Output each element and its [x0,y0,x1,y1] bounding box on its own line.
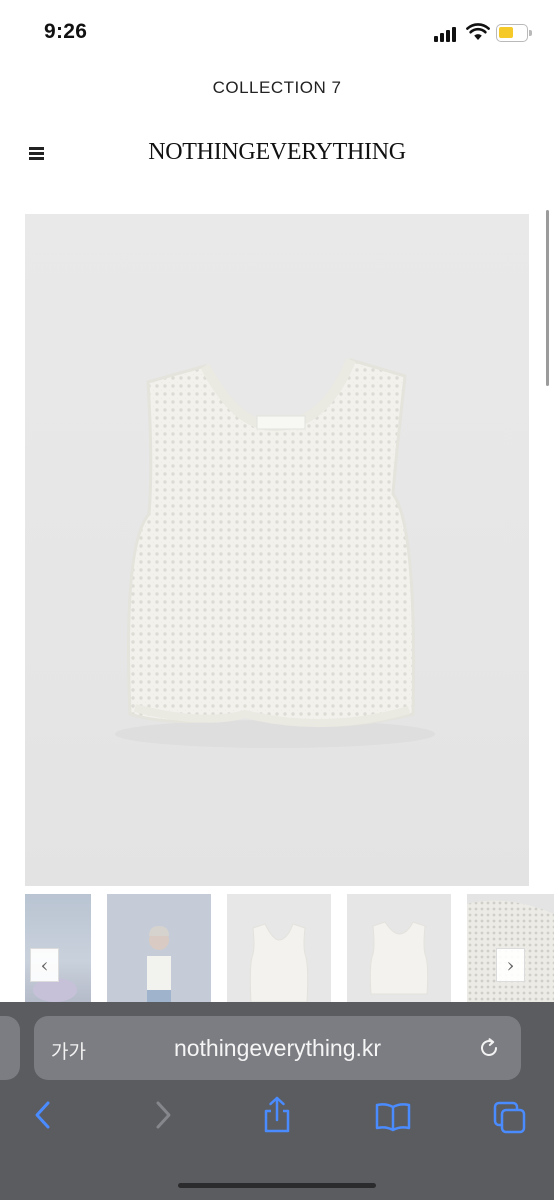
bookmarks-icon[interactable] [374,1102,412,1132]
share-icon[interactable] [260,1095,294,1135]
previous-tab-peek[interactable] [0,1016,20,1080]
thumbnail-strip [0,894,554,1006]
cellular-signal-icon [434,26,460,42]
thumbnail-tank-front[interactable] [227,894,331,1006]
product-main-image[interactable] [25,214,529,886]
collection-label[interactable]: COLLECTION 7 [0,78,554,98]
thumbnail-model-wearing[interactable] [107,894,211,1006]
thumbnail-prev-button[interactable]: ‹ [30,948,59,982]
knit-tank-top-illustration [115,358,435,748]
wifi-icon [466,23,490,40]
forward-icon[interactable] [152,1098,174,1132]
url-text[interactable]: nothingeverything.kr [34,1035,521,1062]
status-time: 9:26 [44,20,88,43]
thumbnail-tank-back[interactable] [347,894,451,1006]
address-bar[interactable]: 가가 nothingeverything.kr [34,1016,521,1080]
thumbnail-next-button[interactable]: › [496,948,525,982]
back-icon[interactable] [32,1098,54,1132]
home-indicator[interactable] [178,1183,376,1188]
page-scroll-indicator[interactable] [546,210,549,386]
tabs-icon[interactable] [492,1100,528,1136]
battery-icon [496,24,532,42]
reload-icon[interactable] [477,1036,501,1060]
status-bar: 9:26 [0,0,554,64]
site-logo[interactable]: NOTHINGEVERYTHING [0,139,554,166]
